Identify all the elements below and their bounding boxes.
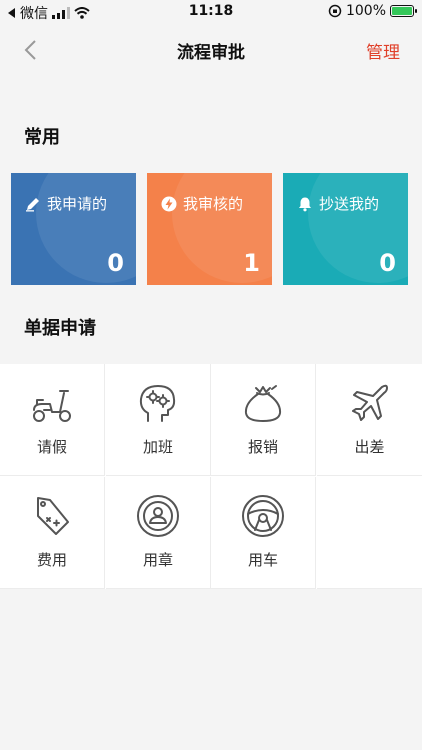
bell-icon xyxy=(297,196,313,212)
price-tag-icon xyxy=(27,491,77,541)
card-label: 抄送我的 xyxy=(319,195,380,213)
page-title: 流程审批 xyxy=(177,43,245,63)
grid-item-label: 用章 xyxy=(142,551,173,569)
card-header: 抄送我的 xyxy=(297,193,379,214)
grid-item-label: 请假 xyxy=(36,438,67,456)
scooter-icon xyxy=(27,378,77,428)
card-label: 我申请的 xyxy=(47,195,108,213)
card-count: 0 xyxy=(379,249,396,277)
money-bag-icon xyxy=(238,378,288,428)
grid-item-car[interactable]: 用车 xyxy=(211,477,316,589)
status-bar: 微信 11:18 100% xyxy=(0,0,422,24)
grid-item-business-trip[interactable]: 出差 xyxy=(317,364,422,476)
airplane-icon xyxy=(345,378,395,428)
section-title-apply: 单据申请 xyxy=(24,318,96,339)
grid-item-expense[interactable]: 费用 xyxy=(0,477,105,589)
grid-item-overtime[interactable]: 加班 xyxy=(106,364,211,476)
card-cc-to-me[interactable]: 抄送我的 0 xyxy=(283,173,408,285)
card-header: 我申请的 xyxy=(25,193,107,214)
status-right: 100% xyxy=(328,3,417,19)
grid-item-leave[interactable]: 请假 xyxy=(0,364,105,476)
manage-button[interactable]: 管理 xyxy=(366,38,400,63)
card-label: 我审核的 xyxy=(183,195,244,213)
card-count: 1 xyxy=(243,249,260,277)
orientation-lock-icon xyxy=(328,4,342,18)
user-seal-icon xyxy=(133,491,183,541)
brain-gears-icon xyxy=(133,378,183,428)
grid-item-label: 出差 xyxy=(354,438,385,456)
card-my-reviews[interactable]: 我审核的 1 xyxy=(147,173,272,285)
nav-bar: 流程审批 管理 xyxy=(0,24,422,76)
grid-item-label: 加班 xyxy=(142,438,173,456)
lightning-icon xyxy=(161,196,177,212)
grid-item-reimbursement[interactable]: 报销 xyxy=(211,364,316,476)
grid-item-label: 用车 xyxy=(247,551,278,569)
steering-wheel-icon xyxy=(238,491,288,541)
grid-item-label: 费用 xyxy=(36,551,67,569)
pencil-icon xyxy=(25,196,41,212)
battery-percent: 100% xyxy=(345,3,386,19)
grid-item-seal[interactable]: 用章 xyxy=(106,477,211,589)
section-title-common: 常用 xyxy=(24,127,60,148)
card-count: 0 xyxy=(107,249,124,277)
battery-icon xyxy=(390,5,417,17)
card-my-applications[interactable]: 我申请的 0 xyxy=(11,173,136,285)
grid-item-label: 报销 xyxy=(247,438,278,456)
grid-empty-cell xyxy=(317,477,422,589)
card-header: 我审核的 xyxy=(161,193,243,214)
application-grid: 请假 加班 报销 出差 费用 用章 用车 xyxy=(0,364,422,589)
